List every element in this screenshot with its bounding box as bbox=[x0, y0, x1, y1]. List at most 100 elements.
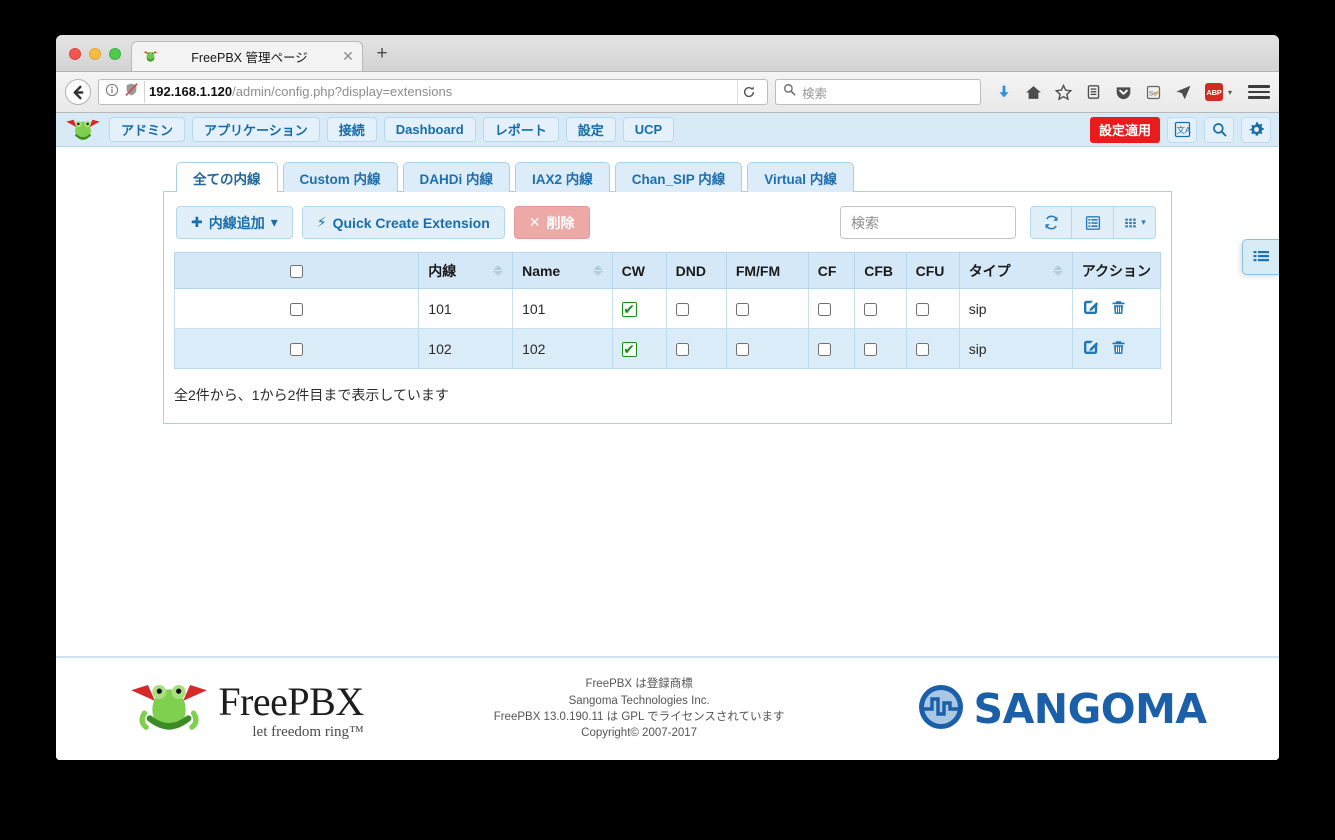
tab-virtual-extensions[interactable]: Virtual 内線 bbox=[747, 162, 854, 192]
table-search-input[interactable] bbox=[840, 206, 1016, 239]
row-type: sip bbox=[958, 328, 1073, 369]
freepbx-frog-logo[interactable] bbox=[64, 117, 102, 143]
side-panel-handle[interactable] bbox=[1242, 239, 1279, 275]
row-checkbox[interactable] bbox=[290, 343, 304, 357]
nav-connectivity[interactable]: 接続 bbox=[326, 117, 377, 142]
cfb-column: CFB bbox=[854, 252, 907, 289]
type-column[interactable]: タイプ bbox=[958, 252, 1073, 289]
language-icon[interactable]: 文A bbox=[1167, 116, 1197, 143]
gear-icon[interactable] bbox=[1241, 116, 1271, 143]
adblock-plus-icon[interactable]: ABP bbox=[1204, 82, 1224, 102]
nav-ucp[interactable]: UCP bbox=[622, 117, 675, 142]
url-host: 192.168.1.120 bbox=[149, 84, 233, 99]
legal-line-4: Copyright© 2007-2017 bbox=[581, 727, 698, 740]
extension-tabs: 全ての内線 Custom 内線 DAHDi 内線 IAX2 内線 Chan_SI… bbox=[56, 161, 1279, 192]
back-arrow-icon[interactable] bbox=[65, 79, 91, 105]
extensions-toolbar: ✚ 内線追加 ▾ ⚡ Quick Create Extension ✕ 削除 検… bbox=[164, 192, 1171, 252]
tab-iax2-extensions[interactable]: IAX2 内線 bbox=[515, 162, 610, 192]
library-icon[interactable] bbox=[1084, 82, 1104, 102]
row-select-cell bbox=[173, 288, 420, 329]
reload-icon[interactable] bbox=[736, 80, 761, 104]
name-column-label: Name bbox=[522, 262, 561, 279]
close-icon[interactable]: ✕ bbox=[340, 48, 356, 65]
freepbx-wordmark: FreePBX bbox=[218, 678, 364, 724]
list-panel-icon bbox=[1253, 251, 1269, 262]
browser-toolbar-icons: Se ABP ▾ bbox=[988, 82, 1270, 102]
edit-icon[interactable] bbox=[1082, 298, 1100, 319]
add-extension-button[interactable]: ✚ 内線追加 ▾ bbox=[176, 206, 293, 239]
browser-tab[interactable]: FreePBX 管理ページ ✕ bbox=[131, 41, 363, 71]
tab-chansip-extensions[interactable]: Chan_SIP 内線 bbox=[614, 162, 743, 192]
new-tab-button[interactable]: + bbox=[368, 41, 396, 69]
nav-reports[interactable]: レポート bbox=[482, 117, 559, 142]
svg-text:文A: 文A bbox=[1176, 125, 1190, 135]
apply-config-label: 設定適用 bbox=[1098, 123, 1151, 138]
nav-settings[interactable]: 設定 bbox=[565, 117, 616, 142]
page-info-icon[interactable] bbox=[105, 83, 119, 102]
cfu-column: CFU bbox=[905, 252, 960, 289]
home-icon[interactable] bbox=[1024, 82, 1044, 102]
window-controls bbox=[56, 48, 131, 71]
action-column-label: アクション bbox=[1081, 262, 1151, 279]
browser-search-bar[interactable]: 検索 bbox=[774, 79, 981, 105]
tab-all-extensions-label: 全ての内線 bbox=[193, 171, 261, 187]
close-window-button[interactable] bbox=[69, 48, 81, 60]
row-checkbox[interactable] bbox=[290, 303, 304, 317]
nav-applications[interactable]: アプリケーション bbox=[192, 117, 320, 142]
address-bar[interactable]: 192.168.1.120/admin/config.php?display=e… bbox=[98, 79, 768, 105]
nav-applications-label: アプリケーション bbox=[204, 123, 308, 138]
sort-icon bbox=[592, 265, 603, 276]
legal-line-2: Sangoma Technologies Inc. bbox=[568, 694, 710, 707]
table-row[interactable]: 102 102 ✔ sip bbox=[173, 328, 1162, 369]
row-cw: ✔ bbox=[611, 288, 667, 329]
search-icon[interactable] bbox=[1204, 116, 1234, 143]
row-cfb bbox=[854, 328, 907, 369]
type-column-label: タイプ bbox=[968, 262, 1011, 279]
page-content: 全ての内線 Custom 内線 DAHDi 内線 IAX2 内線 Chan_SI… bbox=[56, 147, 1279, 760]
browser-search-placeholder: 検索 bbox=[801, 86, 827, 101]
delete-label: 削除 bbox=[546, 214, 575, 231]
extension-column-label: 内線 bbox=[428, 262, 457, 279]
cfb-column-label: CFB bbox=[864, 262, 893, 279]
chevron-down-icon: ▾ bbox=[1141, 217, 1146, 227]
hamburger-menu-icon[interactable] bbox=[1248, 82, 1270, 102]
tab-dahdi-extensions[interactable]: DAHDi 内線 bbox=[402, 162, 510, 192]
send-tab-icon[interactable] bbox=[1174, 82, 1194, 102]
toggle-view-icon[interactable] bbox=[1072, 206, 1114, 239]
table-row[interactable]: 101 101 ✔ sip bbox=[173, 288, 1162, 329]
downloads-icon[interactable] bbox=[994, 82, 1014, 102]
tracking-protection-off-icon[interactable] bbox=[124, 82, 139, 102]
row-type: sip bbox=[958, 288, 1073, 329]
bookmark-star-icon[interactable] bbox=[1054, 82, 1074, 102]
nav-dashboard[interactable]: Dashboard bbox=[383, 117, 476, 142]
quick-create-label: Quick Create Extension bbox=[332, 214, 490, 231]
pocket-icon[interactable] bbox=[1114, 82, 1134, 102]
maximize-window-button[interactable] bbox=[109, 48, 121, 60]
delete-icon[interactable] bbox=[1110, 339, 1127, 359]
quick-create-extension-button[interactable]: ⚡ Quick Create Extension bbox=[301, 206, 505, 239]
sort-icon bbox=[493, 265, 504, 276]
tab-iax2-extensions-label: IAX2 内線 bbox=[532, 171, 593, 187]
delete-icon[interactable] bbox=[1110, 299, 1127, 319]
minimize-window-button[interactable] bbox=[89, 48, 101, 60]
extensions-table: 内線 Name CW DND FM/FM CF CFB CFU タイプ アクショ… bbox=[173, 252, 1162, 369]
edit-icon[interactable] bbox=[1082, 338, 1100, 359]
delete-button[interactable]: ✕ 削除 bbox=[513, 206, 590, 239]
tab-custom-extensions-label: Custom 内線 bbox=[299, 171, 381, 187]
table-tools-group: ▾ bbox=[1030, 206, 1156, 239]
selenium-icon[interactable]: Se bbox=[1144, 82, 1164, 102]
tab-custom-extensions[interactable]: Custom 内線 bbox=[282, 162, 398, 192]
browser-tab-title: FreePBX 管理ページ bbox=[191, 51, 308, 65]
freepbx-navbar: アドミン アプリケーション 接続 Dashboard レポート 設定 UCP 設… bbox=[56, 113, 1279, 147]
extension-column[interactable]: 内線 bbox=[418, 252, 514, 289]
refresh-icon[interactable] bbox=[1030, 206, 1072, 239]
nav-admin[interactable]: アドミン bbox=[109, 117, 186, 142]
adblock-caret-icon[interactable]: ▾ bbox=[1228, 88, 1232, 97]
page-footer: FreePBX let freedom ring™ FreePBX は登録商標 … bbox=[56, 656, 1279, 760]
name-column[interactable]: Name bbox=[512, 252, 613, 289]
columns-grid-icon[interactable]: ▾ bbox=[1114, 206, 1156, 239]
footer-legal: FreePBX は登録商標 Sangoma Technologies Inc. … bbox=[494, 676, 785, 741]
tab-all-extensions[interactable]: 全ての内線 bbox=[176, 162, 278, 192]
apply-config-button[interactable]: 設定適用 bbox=[1089, 116, 1160, 143]
select-all-checkbox[interactable] bbox=[290, 265, 304, 279]
